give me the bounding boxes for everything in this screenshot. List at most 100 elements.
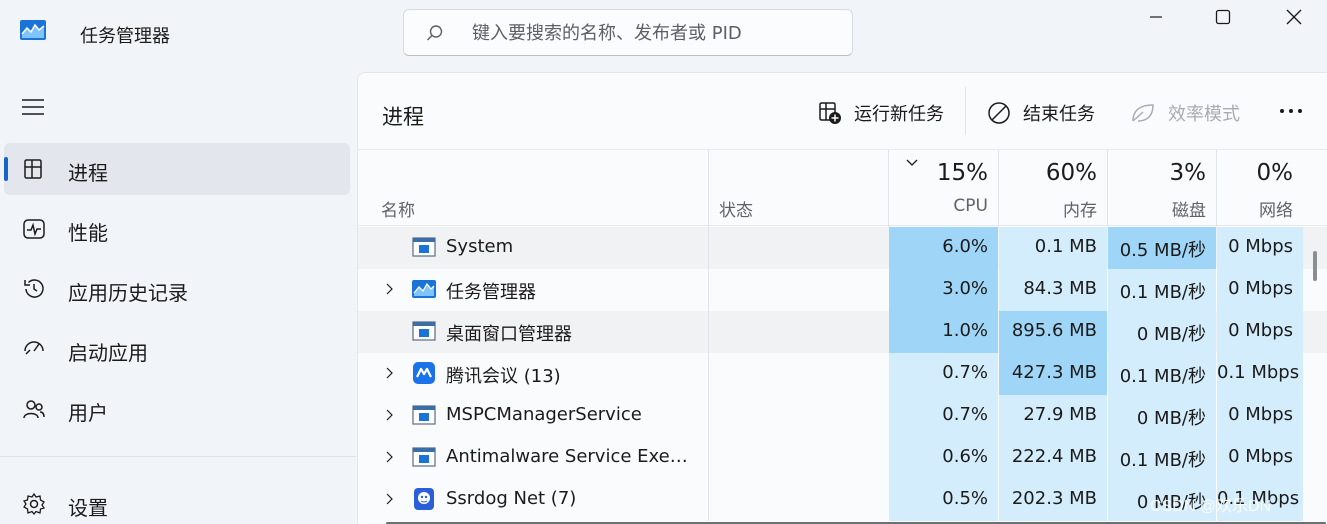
sidebar-item-label: 启动应用 (68, 341, 148, 365)
sidebar-item-app-history[interactable]: 应用历史记录 (4, 263, 350, 315)
vertical-scrollbar[interactable] (1304, 227, 1327, 524)
ssrdog-icon (414, 488, 434, 510)
column-disk-label: 磁盘 (1172, 201, 1206, 221)
sidebar: 进程 性能 应用历史记录 启动应用 用户 设置 (0, 68, 356, 524)
column-status-label: 状态 (719, 201, 753, 221)
title-bar: 任务管理器 (0, 0, 1327, 68)
process-list: System 6.0% 0.1 MB 0.5 MB/秒 0 Mbps 任务管理器… (358, 227, 1327, 521)
cpu-cell: 6.0% (889, 227, 998, 269)
maximize-button[interactable] (1193, 0, 1253, 34)
column-header-name[interactable]: 名称 (358, 150, 708, 227)
new-task-icon (819, 102, 841, 124)
table-row[interactable]: 任务管理器 3.0% 84.3 MB 0.1 MB/秒 0 Mbps (358, 269, 1327, 311)
chevron-right-icon[interactable] (384, 367, 396, 379)
disk-cell: 0 MB/秒 (1108, 395, 1216, 437)
scrollbar-thumb[interactable] (1313, 251, 1317, 281)
sidebar-item-label: 用户 (68, 401, 108, 425)
chevron-right-icon[interactable] (384, 493, 396, 505)
cpu-cell: 0.5% (889, 479, 998, 521)
minimize-button[interactable] (1126, 0, 1186, 34)
search-input[interactable] (472, 20, 832, 46)
table-row[interactable]: 腾讯会议 (13) 0.7% 427.3 MB 0.1 MB/秒 0.1 Mbp… (358, 353, 1327, 395)
memory-cell: 27.9 MB (999, 395, 1107, 437)
column-network-label: 网络 (1259, 201, 1293, 221)
efficiency-mode-label: 效率模式 (1168, 104, 1240, 125)
process-name: MSPCManagerService (446, 404, 642, 425)
sidebar-item-performance[interactable]: 性能 (4, 203, 350, 255)
table-row[interactable]: 桌面窗口管理器 1.0% 895.6 MB 0 MB/秒 0 Mbps (358, 311, 1327, 353)
maximize-icon (1215, 9, 1231, 25)
cpu-total-value: 15% (936, 160, 988, 186)
chevron-right-icon[interactable] (384, 451, 396, 463)
disk-cell: 0.5 MB/秒 (1108, 227, 1216, 269)
memory-cell: 202.3 MB (999, 479, 1107, 521)
sidebar-item-processes[interactable]: 进程 (4, 143, 350, 195)
network-cell: 0 Mbps (1217, 437, 1303, 479)
startup-icon (24, 341, 44, 355)
sidebar-item-label: 应用历史记录 (68, 281, 188, 305)
run-new-task-button[interactable]: 运行新任务 (818, 97, 944, 129)
chevron-right-icon[interactable] (384, 409, 396, 421)
system-process-icon (412, 321, 436, 341)
sidebar-divider (0, 456, 356, 457)
task-manager-icon (20, 20, 46, 40)
column-header-disk[interactable]: 3% 磁盘 (1108, 150, 1216, 227)
minimize-icon (1150, 16, 1162, 18)
search-box[interactable] (403, 9, 853, 56)
column-memory-label: 内存 (1063, 201, 1097, 221)
column-name-label: 名称 (381, 201, 415, 221)
sort-chevron-down-icon (906, 159, 918, 166)
network-cell: 0 Mbps (1217, 311, 1303, 353)
chevron-right-icon[interactable] (384, 283, 396, 295)
status-cell (708, 479, 709, 521)
memory-total-value: 60% (1045, 160, 1097, 186)
system-process-icon (412, 405, 436, 425)
sidebar-item-users[interactable]: 用户 (4, 383, 350, 435)
efficiency-mode-button[interactable]: 效率模式 (1130, 97, 1240, 129)
watermark: CSDN @欢乐DN (1150, 498, 1272, 515)
table-row[interactable]: MSPCManagerService 0.7% 27.9 MB 0 MB/秒 0… (358, 395, 1327, 437)
column-header-status[interactable]: 状态 (709, 150, 888, 227)
column-header-cpu[interactable]: 15% CPU (889, 150, 998, 227)
memory-cell: 222.4 MB (999, 437, 1107, 479)
more-options-button[interactable] (1276, 99, 1306, 123)
hamburger-menu-icon[interactable] (20, 96, 46, 118)
run-new-task-label: 运行新任务 (854, 104, 944, 125)
table-header: 名称 状态 15% CPU 60% 内存 3% 磁盘 0% 网络 (358, 149, 1327, 227)
active-indicator (4, 157, 8, 181)
sidebar-item-label: 性能 (68, 221, 108, 245)
tencent-meeting-icon (413, 362, 435, 384)
column-cpu-label: CPU (953, 196, 988, 216)
table-row[interactable]: Antimalware Service Executable 0.6% 222.… (358, 437, 1327, 479)
memory-cell: 84.3 MB (999, 269, 1107, 311)
gear-icon (22, 492, 46, 516)
process-name: 任务管理器 (446, 282, 536, 303)
more-dot (1289, 109, 1293, 113)
process-name: Ssrdog Net (7) (446, 488, 577, 509)
performance-icon (23, 219, 45, 239)
sidebar-item-label: 进程 (68, 161, 108, 185)
close-button[interactable] (1264, 0, 1324, 34)
cpu-cell: 3.0% (889, 269, 998, 311)
task-manager-icon (412, 280, 436, 298)
sidebar-item-startup-apps[interactable]: 启动应用 (4, 323, 350, 375)
status-cell (708, 227, 709, 269)
cpu-cell: 0.7% (889, 395, 998, 437)
column-header-network[interactable]: 0% 网络 (1217, 150, 1303, 227)
memory-cell: 427.3 MB (999, 353, 1107, 395)
disk-cell: 0.1 MB/秒 (1108, 437, 1216, 479)
table-row[interactable]: System 6.0% 0.1 MB 0.5 MB/秒 0 Mbps (358, 227, 1327, 269)
sidebar-item-settings[interactable]: 设置 (4, 478, 350, 524)
column-header-memory[interactable]: 60% 内存 (999, 150, 1107, 227)
status-cell (708, 437, 709, 479)
network-cell: 0 Mbps (1217, 269, 1303, 311)
processes-panel: 进程 运行新任务 结束任务 效率模式 名称 状态 15% CPU 60% 内存 … (357, 72, 1327, 524)
toolbar-separator (965, 87, 966, 135)
search-icon (427, 25, 443, 41)
page-title: 进程 (382, 105, 424, 129)
disk-cell: 0.1 MB/秒 (1108, 353, 1216, 395)
process-name: 桌面窗口管理器 (446, 324, 572, 345)
users-icon (23, 400, 45, 419)
app-title: 任务管理器 (80, 26, 170, 47)
end-task-button[interactable]: 结束任务 (987, 97, 1095, 129)
